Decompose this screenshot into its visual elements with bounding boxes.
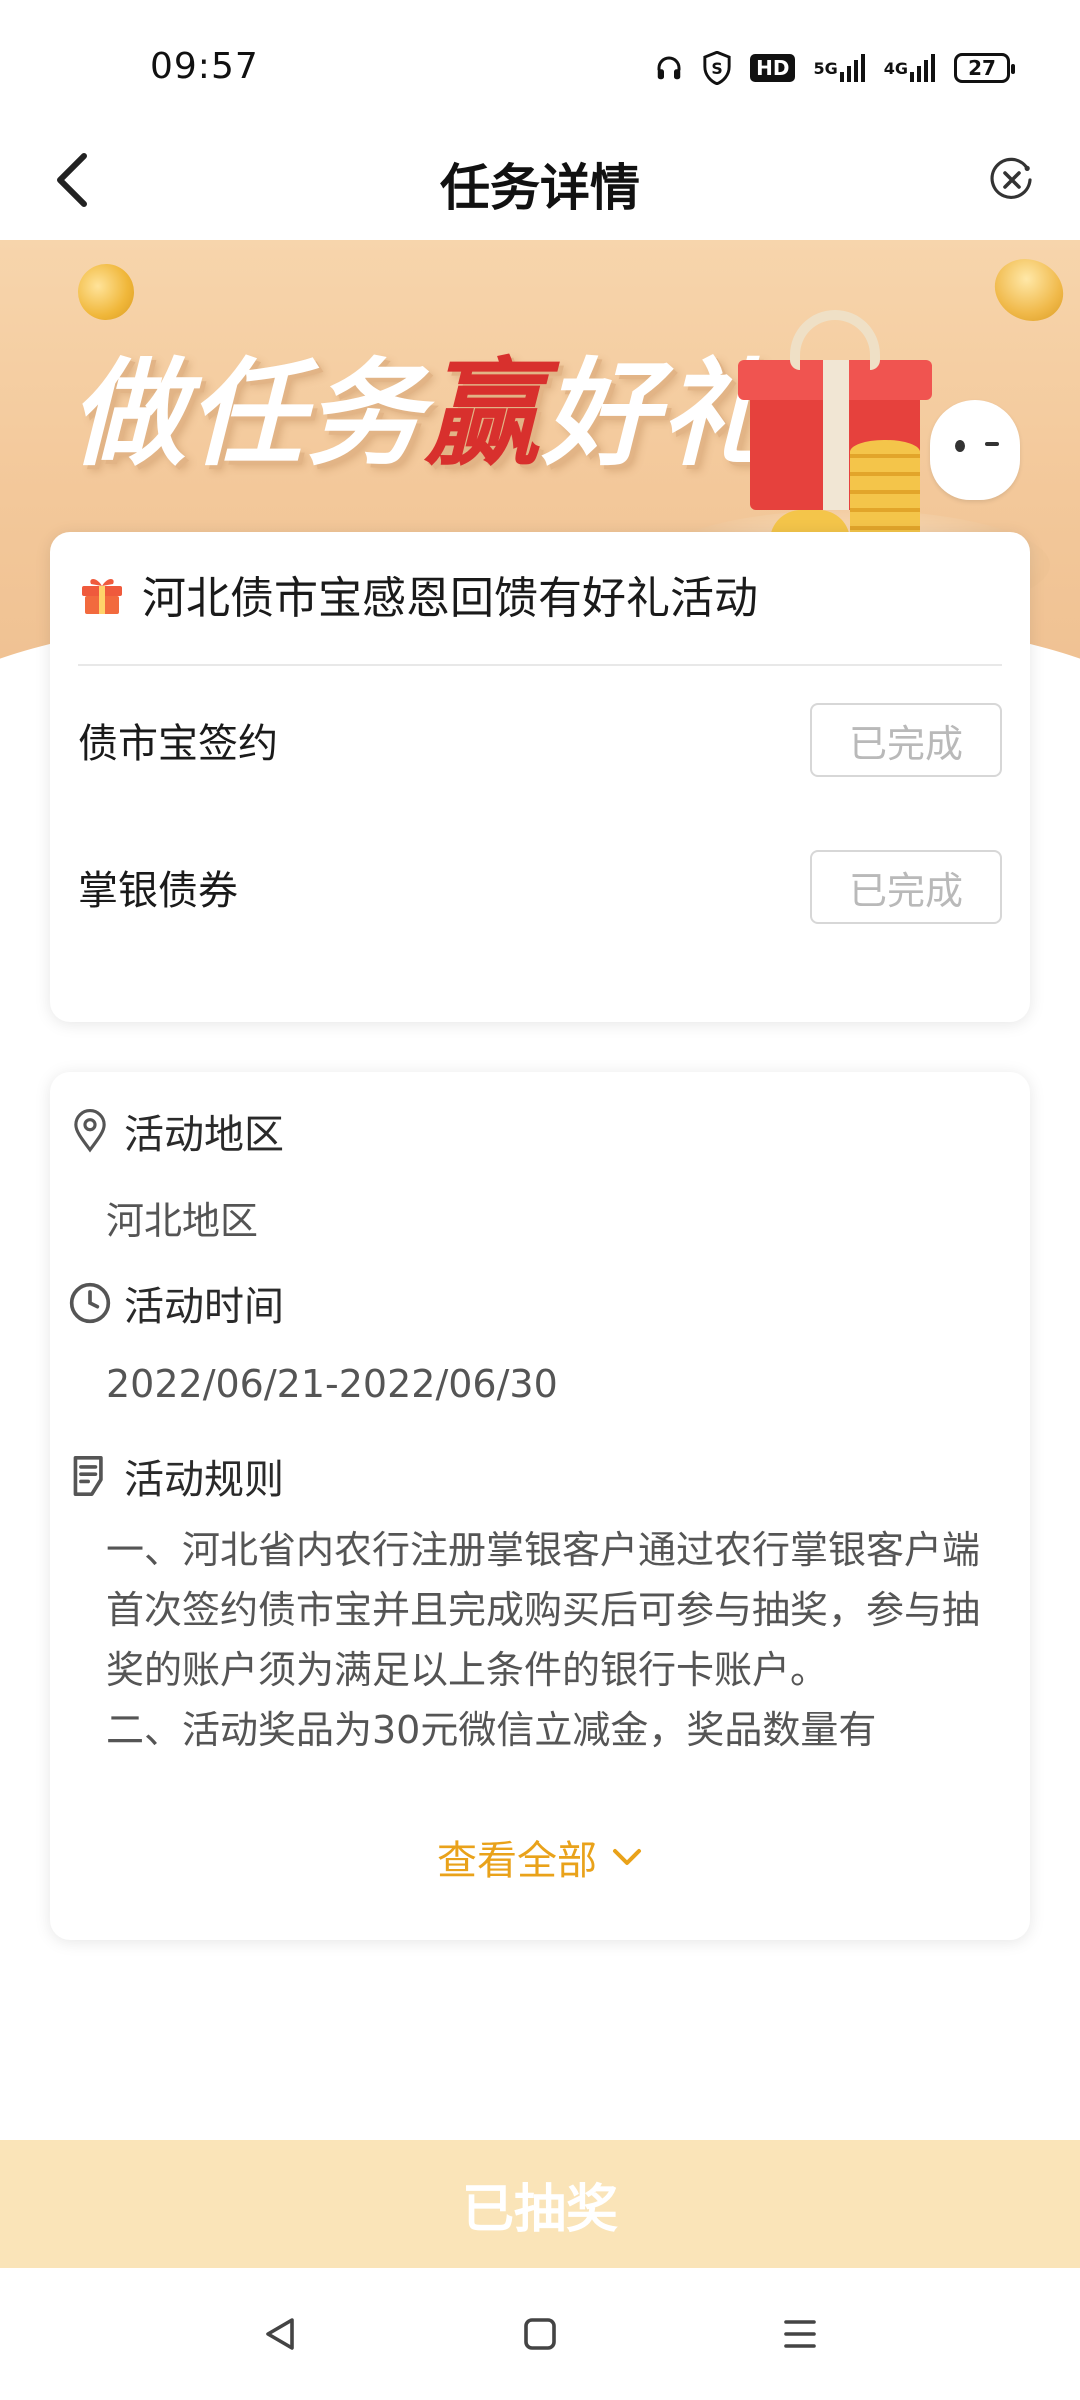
rules-paragraph: 一、河北省内农行注册掌银客户通过农行掌银客户端首次签约债市宝并且完成购买后可参与… xyxy=(106,1528,981,1692)
gift-icon xyxy=(82,579,122,614)
gift-ribbon xyxy=(823,360,849,510)
headphones-icon xyxy=(654,50,684,86)
nav-menu-button[interactable] xyxy=(770,2304,830,2364)
triangle-back-icon xyxy=(266,2318,294,2350)
close-button[interactable] xyxy=(980,148,1044,212)
rules-text: 一、河北省内农行注册掌银客户通过农行掌银客户端首次签约债市宝并且完成购买后可参与… xyxy=(106,1520,994,1880)
page: 09:57 S HD 5G 4G 27 任务详情 做任务赢好礼 河北债市宝感恩回… xyxy=(0,0,1080,2400)
square-home-icon xyxy=(524,2318,556,2350)
menu-lines-icon xyxy=(784,2320,816,2348)
task-label: 掌银债券 xyxy=(78,868,238,914)
shield-s-icon: S xyxy=(702,50,732,86)
time-value: 2022/06/21-2022/06/30 xyxy=(106,1362,558,1406)
location-pin-icon xyxy=(66,1107,114,1155)
region-section: 活动地区 河北地区 xyxy=(66,1102,1002,1245)
banner-title-highlight: 赢 xyxy=(424,347,542,482)
task-card: 河北债市宝感恩回馈有好礼活动 债市宝签约 已完成 掌银债券 已完成 xyxy=(50,532,1030,1022)
close-circle-icon xyxy=(990,157,1032,199)
time-section: 活动时间 2022/06/21-2022/06/30 xyxy=(66,1274,1002,1406)
header: 任务详情 xyxy=(0,120,1080,240)
view-all-link[interactable]: 查看全部 xyxy=(50,1828,1030,1886)
signal-5g-icon: 5G xyxy=(813,50,865,86)
gift-bow xyxy=(790,310,880,370)
banner-title-part1: 做任务 xyxy=(70,347,424,482)
battery-icon: 27 xyxy=(954,53,1015,83)
nav-home-button[interactable] xyxy=(510,2304,570,2364)
time-header: 活动时间 xyxy=(66,1274,1002,1332)
system-nav-bar xyxy=(0,2268,1080,2400)
signal-4g-icon: 4G xyxy=(884,50,936,86)
region-label: 活动地区 xyxy=(124,1112,284,1158)
hd-icon: HD xyxy=(750,50,796,86)
divider xyxy=(78,664,1002,666)
task-label: 债市宝签约 xyxy=(78,721,278,767)
status-time: 09:57 xyxy=(150,46,259,87)
rules-section: 活动规则 xyxy=(66,1447,1002,1505)
activity-title: 河北债市宝感恩回馈有好礼活动 xyxy=(142,573,758,624)
activity-info-card: 活动地区 河北地区 活动时间 2022/06/21-2022/06/30 活动规… xyxy=(50,1072,1030,1940)
document-icon xyxy=(66,1452,114,1500)
task-row-signing: 债市宝签约 已完成 xyxy=(78,700,1002,780)
rules-header: 活动规则 xyxy=(66,1447,1002,1505)
coin-decoration xyxy=(70,256,142,328)
nav-back-button[interactable] xyxy=(250,2304,310,2364)
region-header: 活动地区 xyxy=(66,1102,1002,1160)
rules-paragraph: 二、活动奖品为30元微信立减金，奖品数量有 xyxy=(106,1708,877,1752)
time-label: 活动时间 xyxy=(124,1284,284,1330)
chevron-down-icon xyxy=(613,1849,641,1865)
rules-label: 活动规则 xyxy=(124,1457,284,1503)
mascot-sheep xyxy=(930,400,1020,500)
task-row-bonds: 掌银债券 已完成 xyxy=(78,847,1002,927)
battery-level: 27 xyxy=(968,56,996,80)
page-title: 任务详情 xyxy=(440,159,640,217)
svg-text:S: S xyxy=(711,59,722,78)
clock-icon xyxy=(66,1279,114,1327)
task-card-header: 河北债市宝感恩回馈有好礼活动 xyxy=(78,562,1002,626)
status-bar: 09:57 S HD 5G 4G 27 xyxy=(0,0,1080,120)
view-all-label: 查看全部 xyxy=(437,1838,597,1884)
task-status-button[interactable]: 已完成 xyxy=(810,850,1002,924)
task-status-button[interactable]: 已完成 xyxy=(810,703,1002,777)
region-value: 河北地区 xyxy=(106,1199,259,1243)
status-icons: S HD 5G 4G 27 xyxy=(654,48,1015,88)
draw-button[interactable]: 已抽奖 xyxy=(0,2140,1080,2268)
draw-button-label: 已抽奖 xyxy=(461,2179,618,2240)
